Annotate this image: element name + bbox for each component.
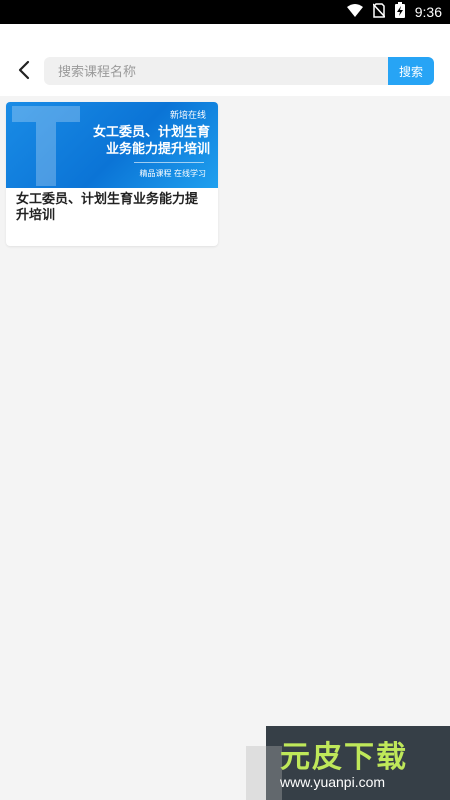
course-thumbnail: 新培在线 女工委员、计划生育 业务能力提升培训 精品课程 在线学习 <box>6 102 218 188</box>
thumbnail-title-line2: 业务能力提升培训 <box>105 142 210 157</box>
watermark-logo-icon <box>246 746 282 800</box>
thumbnail-title-line1: 女工委员、计划生育 <box>92 125 210 140</box>
back-button[interactable] <box>10 56 38 84</box>
watermark-brand: 元皮下载 <box>280 740 408 775</box>
watermark-url: www.yuanpi.com <box>280 774 386 790</box>
status-bar: 9:36 <box>0 0 450 24</box>
thumbnail-divider <box>134 162 204 163</box>
search-header: 搜索 <box>0 24 450 96</box>
search-button[interactable]: 搜索 <box>388 57 434 85</box>
thumbnail-title: 女工委员、计划生育 业务能力提升培训 <box>50 124 210 158</box>
wifi-icon <box>346 3 363 22</box>
status-icons: 9:36 <box>346 0 442 24</box>
search-bar: 搜索 <box>44 57 434 85</box>
no-sim-icon <box>372 2 386 22</box>
search-input[interactable] <box>44 57 388 85</box>
chevron-left-icon <box>18 60 30 80</box>
status-time: 9:36 <box>414 4 442 20</box>
course-title: 女工委员、计划生育业务能力提升培训 <box>16 192 199 223</box>
thumbnail-slogan: 精品课程 在线学习 <box>139 169 206 178</box>
course-card[interactable]: 新培在线 女工委员、计划生育 业务能力提升培训 精品课程 在线学习 女工委员、计… <box>6 102 218 246</box>
thumbnail-brand: 新培在线 <box>169 111 206 121</box>
course-list: 新培在线 女工委员、计划生育 业务能力提升培训 精品课程 在线学习 女工委员、计… <box>0 96 450 800</box>
battery-charging-icon <box>394 2 405 22</box>
watermark: 元皮下载 www.yuanpi.com <box>246 726 450 800</box>
